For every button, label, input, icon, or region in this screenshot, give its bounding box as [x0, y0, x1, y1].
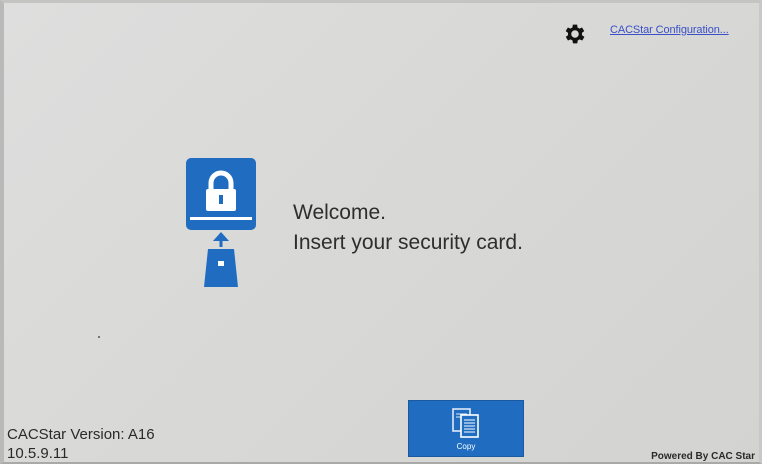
copy-documents-icon [452, 407, 479, 438]
welcome-title: Welcome. [293, 201, 386, 224]
version-info: CACStar Version: A16 10.5.9.11 [7, 425, 155, 463]
screen-speck [98, 336, 100, 338]
gear-icon[interactable] [562, 21, 588, 47]
kiosk-screen: CACStar Configuration... Welcome. Insert… [0, 0, 762, 464]
security-card-insert-icon [186, 158, 256, 287]
version-label: CACStar Version: A16 [7, 426, 155, 443]
powered-by-label: Powered By CAC Star [651, 451, 755, 462]
configuration-link[interactable]: CACStar Configuration... [610, 24, 729, 36]
version-number: 10.5.9.11 [7, 445, 69, 462]
insert-card-prompt: Insert your security card. [293, 231, 523, 254]
copy-label: Copy [456, 441, 476, 451]
welcome-message: Welcome. Insert your security card. [293, 198, 523, 258]
copy-button[interactable]: Copy [408, 400, 524, 457]
